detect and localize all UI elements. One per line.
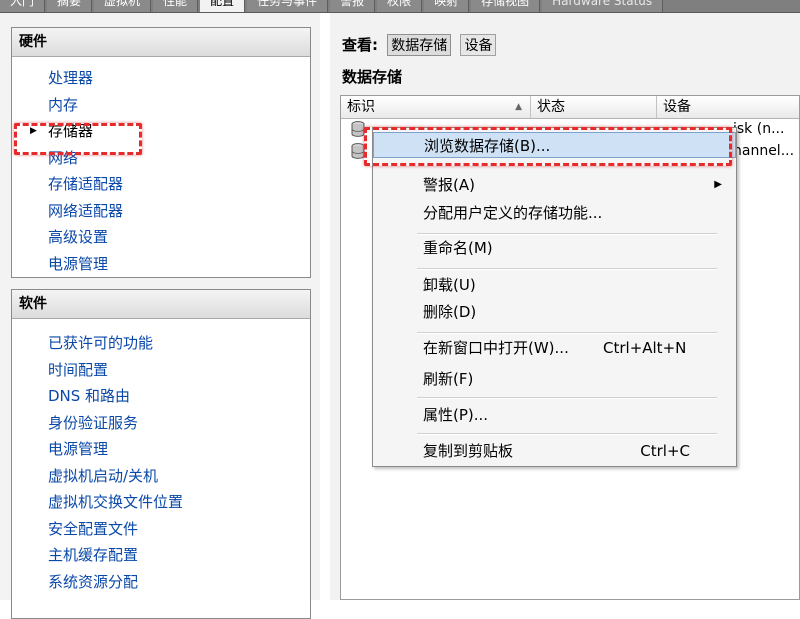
software-section: 软件 已获许可的功能 时间配置 DNS 和路由 身份验证服务 电源管理 虚拟机启… bbox=[11, 289, 311, 619]
nav-item-power-management[interactable]: 电源管理 bbox=[12, 251, 310, 278]
tab-performance[interactable]: 性能 bbox=[153, 0, 199, 12]
nav-item-storage-label: 存储器 bbox=[48, 122, 94, 140]
shortcut-ctrl-c: Ctrl+C bbox=[640, 442, 690, 460]
column-header-device[interactable]: 设备 bbox=[657, 96, 799, 118]
datastores-title: 数据存储 bbox=[342, 68, 403, 86]
tab-maps[interactable]: 映射 bbox=[424, 0, 470, 12]
menu-item-rename[interactable]: 重命名(M) bbox=[373, 235, 736, 261]
menu-item-copy-clipboard-label: 复制到剪贴板 bbox=[423, 442, 514, 460]
hardware-list: 处理器 内存 ▶ 存储器 网络 存储适配器 网络适配器 高级设置 电源管理 bbox=[12, 57, 310, 277]
menu-item-properties[interactable]: 属性(P)... bbox=[373, 402, 736, 428]
nav-item-system-resource-allocation[interactable]: 系统资源分配 bbox=[12, 569, 310, 596]
nav-item-processors[interactable]: 处理器 bbox=[12, 65, 310, 92]
nav-item-network-adapters[interactable]: 网络适配器 bbox=[12, 198, 310, 225]
nav-item-vm-swapfile-location[interactable]: 虚拟机交换文件位置 bbox=[12, 489, 310, 516]
datastore-context-menu: 浏览数据存储(B)... 警报(A) ▶ 分配用户定义的存储功能... 重命名(… bbox=[372, 127, 737, 467]
menu-item-alarms-label: 警报(A) bbox=[423, 176, 475, 194]
nav-item-host-cache-config[interactable]: 主机缓存配置 bbox=[12, 542, 310, 569]
nav-item-security-profile[interactable]: 安全配置文件 bbox=[12, 516, 310, 543]
menu-item-browse-datastore[interactable]: 浏览数据存储(B)... bbox=[373, 132, 736, 158]
menu-separator bbox=[417, 397, 717, 399]
menu-item-open-new-window-label: 在新窗口中打开(W)... bbox=[423, 339, 569, 357]
menu-item-refresh[interactable]: 刷新(F) bbox=[373, 366, 736, 392]
nav-item-time-config[interactable]: 时间配置 bbox=[12, 357, 310, 384]
tab-storage-views[interactable]: 存储视图 bbox=[471, 0, 541, 12]
column-header-status[interactable]: 状态 bbox=[531, 96, 657, 118]
datastore-icon bbox=[351, 143, 365, 159]
nav-item-advanced-settings[interactable]: 高级设置 bbox=[12, 224, 310, 251]
submenu-arrow-icon: ▶ bbox=[714, 179, 722, 190]
tab-getting-started[interactable]: 入门 bbox=[0, 0, 46, 12]
tab-alarms[interactable]: 警报 bbox=[330, 0, 376, 12]
table-header: 标识 ▲ 状态 设备 bbox=[341, 96, 799, 119]
column-header-identification[interactable]: 标识 ▲ bbox=[341, 96, 531, 118]
tab-configuration[interactable]: 配置 bbox=[200, 0, 246, 12]
selected-arrow-icon: ▶ bbox=[30, 126, 37, 136]
row-device-cell: isk (n... bbox=[733, 121, 785, 137]
nav-item-sw-power-management[interactable]: 电源管理 bbox=[12, 436, 310, 463]
nav-item-dns-routing[interactable]: DNS 和路由 bbox=[12, 383, 310, 410]
hardware-section: 硬件 处理器 内存 ▶ 存储器 网络 存储适配器 网络适配器 高级设置 电源管理 bbox=[11, 27, 311, 278]
software-list: 已获许可的功能 时间配置 DNS 和路由 身份验证服务 电源管理 虚拟机启动/关… bbox=[12, 319, 310, 595]
sort-asc-icon: ▲ bbox=[515, 102, 522, 112]
nav-item-licensed-features[interactable]: 已获许可的功能 bbox=[12, 330, 310, 357]
menu-item-open-new-window[interactable]: 在新窗口中打开(W)... Ctrl+Alt+N bbox=[373, 335, 736, 361]
nav-item-vm-startup-shutdown[interactable]: 虚拟机启动/关机 bbox=[12, 463, 310, 490]
view-datastores-button[interactable]: 数据存储 bbox=[387, 34, 452, 56]
nav-item-storage[interactable]: ▶ 存储器 bbox=[12, 118, 310, 145]
row-device-cell: hannel... bbox=[733, 143, 795, 159]
datastore-icon bbox=[351, 121, 365, 137]
nav-item-networking[interactable]: 网络 bbox=[12, 145, 310, 172]
nav-item-memory[interactable]: 内存 bbox=[12, 92, 310, 119]
tab-permissions[interactable]: 权限 bbox=[377, 0, 423, 12]
tab-strip: 入门 摘要 虚拟机 性能 配置 任务与事件 警报 权限 映射 存储视图 Hardware Statu… bbox=[0, 0, 800, 13]
shortcut-ctrl-alt-n: Ctrl+Alt+N bbox=[603, 339, 687, 357]
menu-item-alarms[interactable]: 警报(A) ▶ bbox=[373, 172, 736, 198]
menu-item-assign-storage-capability[interactable]: 分配用户定义的存储功能... bbox=[373, 200, 736, 226]
view-selector: 查看: 数据存储 设备 bbox=[342, 33, 497, 57]
hardware-section-title: 硬件 bbox=[12, 28, 310, 57]
menu-item-copy-clipboard[interactable]: 复制到剪贴板 Ctrl+C bbox=[373, 438, 736, 464]
tab-tasks-events[interactable]: 任务与事件 bbox=[247, 0, 329, 12]
menu-item-delete[interactable]: 删除(D) bbox=[373, 299, 736, 325]
config-nav-panel: 硬件 处理器 内存 ▶ 存储器 网络 存储适配器 网络适配器 高级设置 电源管理 … bbox=[0, 13, 320, 619]
menu-separator bbox=[417, 332, 717, 334]
tab-hardware-status[interactable]: Hardware Status bbox=[542, 0, 664, 12]
menu-item-unmount[interactable]: 卸载(U) bbox=[373, 272, 736, 298]
menu-separator bbox=[417, 268, 717, 270]
software-section-title: 软件 bbox=[12, 290, 310, 319]
view-devices-button[interactable]: 设备 bbox=[460, 34, 497, 56]
menu-separator bbox=[417, 433, 717, 435]
nav-item-storage-adapters[interactable]: 存储适配器 bbox=[12, 171, 310, 198]
tab-virtual-machines[interactable]: 虚拟机 bbox=[94, 0, 152, 12]
tab-summary[interactable]: 摘要 bbox=[47, 0, 93, 12]
view-label: 查看: bbox=[342, 36, 378, 54]
column-header-identification-label: 标识 bbox=[347, 99, 375, 115]
nav-item-auth-services[interactable]: 身份验证服务 bbox=[12, 410, 310, 437]
